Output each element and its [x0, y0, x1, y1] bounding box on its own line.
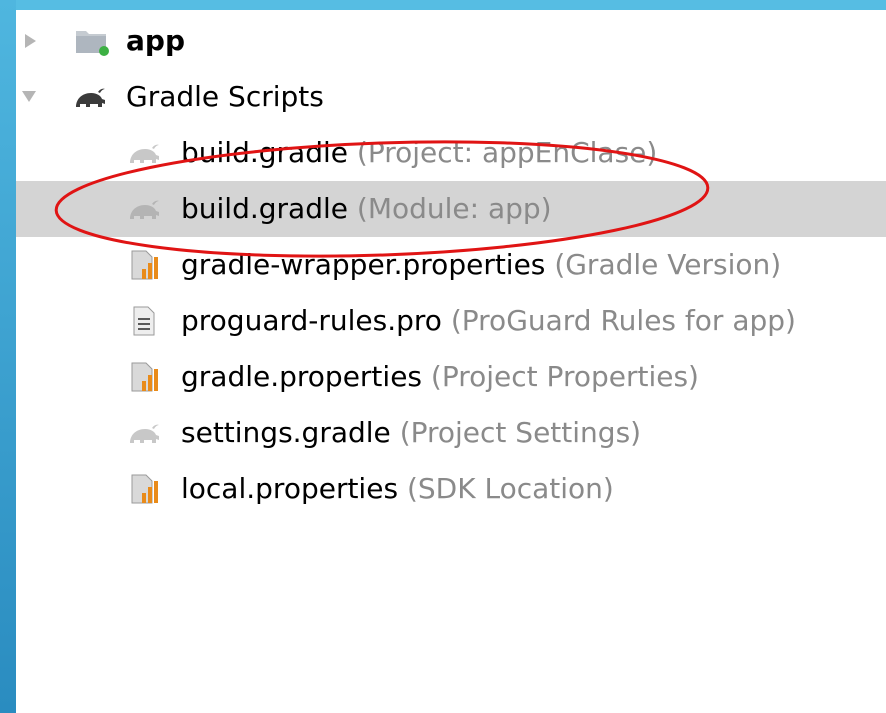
file-name: gradle-wrapper.properties: [181, 248, 546, 281]
tree-node-gradle-scripts[interactable]: Gradle Scripts: [16, 69, 886, 125]
tree-file-settings-gradle[interactable]: settings.gradle (Project Settings): [16, 405, 886, 461]
gradle-elephant-icon: [126, 193, 162, 225]
tree-node-label: app: [126, 24, 185, 57]
module-folder-icon: [74, 25, 110, 57]
file-name: settings.gradle: [181, 416, 391, 449]
gradle-elephant-icon: [72, 81, 108, 113]
tree-node-app[interactable]: app: [16, 13, 886, 69]
tree-file-proguard-rules[interactable]: proguard-rules.pro (ProGuard Rules for a…: [16, 293, 886, 349]
properties-file-icon: [130, 473, 166, 505]
file-hint: (SDK Location): [406, 472, 614, 505]
tree-file-local-properties[interactable]: local.properties (SDK Location): [16, 461, 886, 517]
properties-file-icon: [130, 361, 166, 393]
window-frame-left: [0, 0, 16, 713]
file-hint: (Project Properties): [430, 360, 699, 393]
file-name: build.gradle: [181, 192, 348, 225]
file-name: build.gradle: [181, 136, 348, 169]
file-hint: (Module: app): [356, 192, 552, 225]
window-frame-top: [0, 0, 886, 10]
gradle-elephant-icon: [126, 137, 162, 169]
collapse-arrow-icon[interactable]: [22, 91, 36, 102]
properties-file-icon: [130, 249, 166, 281]
gradle-elephant-icon: [126, 417, 162, 449]
file-name: gradle.properties: [181, 360, 423, 393]
file-hint: (Gradle Version): [554, 248, 782, 281]
file-hint: (Project: appEnClase): [356, 136, 658, 169]
tree-file-build-gradle-project[interactable]: build.gradle (Project: appEnClase): [16, 125, 886, 181]
file-name: local.properties: [181, 472, 399, 505]
tree-file-gradle-properties[interactable]: gradle.properties (Project Properties): [16, 349, 886, 405]
file-name: proguard-rules.pro: [181, 304, 442, 337]
tree-node-label: Gradle Scripts: [126, 80, 324, 113]
project-tree-panel: app Gradle Scripts build.gradle (Project…: [16, 10, 886, 713]
file-hint: (Project Settings): [399, 416, 642, 449]
tree-file-gradle-wrapper-properties[interactable]: gradle-wrapper.properties (Gradle Versio…: [16, 237, 886, 293]
expand-arrow-icon[interactable]: [25, 34, 36, 48]
file-hint: (ProGuard Rules for app): [450, 304, 796, 337]
tree-file-build-gradle-module[interactable]: build.gradle (Module: app): [16, 181, 886, 237]
text-file-icon: [130, 305, 166, 337]
